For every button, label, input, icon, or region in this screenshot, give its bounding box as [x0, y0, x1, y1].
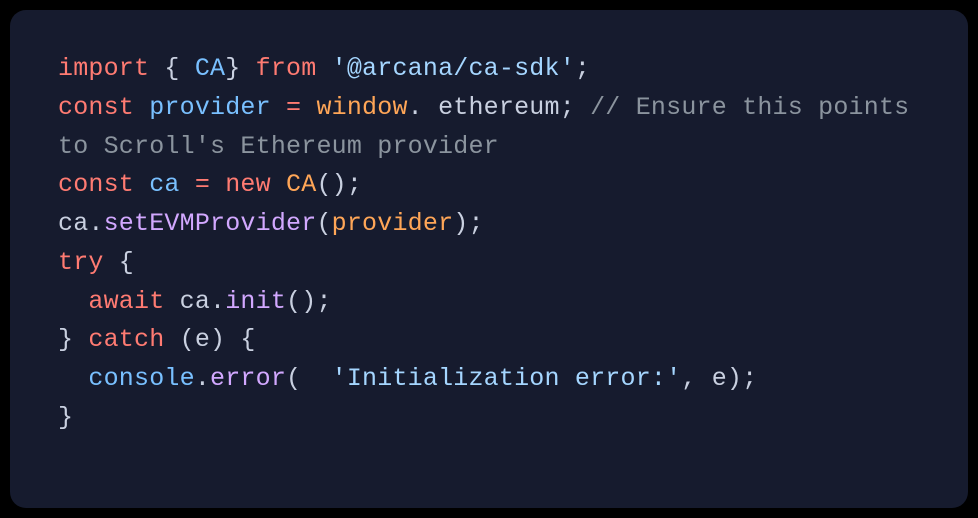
paren-close: );: [453, 209, 483, 238]
string-module: '@arcana/ca-sdk': [332, 54, 575, 83]
brace-close: }: [225, 54, 255, 83]
console-obj: console: [88, 364, 194, 393]
keyword-await: await: [88, 287, 164, 316]
line-2: const provider = window. ethereum; // En…: [58, 93, 925, 161]
brace-close: }: [58, 403, 73, 432]
method-init: init: [225, 287, 286, 316]
comma: ,: [681, 364, 711, 393]
paren-open: (: [164, 325, 194, 354]
ethereum-prop: ethereum: [423, 93, 560, 122]
line-5: try {: [58, 248, 134, 277]
code-block: import { CA} from '@arcana/ca-sdk'; cons…: [10, 10, 968, 508]
brace-close: }: [58, 325, 88, 354]
line-6: await ca.init();: [58, 287, 332, 316]
semicolon: ;: [575, 54, 590, 83]
line-9: }: [58, 403, 73, 432]
space: [316, 54, 331, 83]
var-provider: provider: [134, 93, 286, 122]
brace-open: {: [104, 248, 134, 277]
obj-ca: ca: [58, 209, 88, 238]
paren-open: (: [316, 209, 331, 238]
arg-provider: provider: [332, 209, 454, 238]
dot: .: [210, 287, 225, 316]
window-object: window: [301, 93, 407, 122]
method-error: error: [210, 364, 286, 393]
indent: [58, 287, 88, 316]
obj-ca: ca: [164, 287, 210, 316]
indent: [58, 364, 88, 393]
keyword-from: from: [256, 54, 317, 83]
var-ca: ca: [134, 170, 195, 199]
class-ca-ctor: CA: [271, 170, 317, 199]
equals: =: [195, 170, 210, 199]
keyword-new: new: [210, 170, 271, 199]
brace-open: {: [149, 54, 195, 83]
line-1: import { CA} from '@arcana/ca-sdk';: [58, 54, 590, 83]
paren-open: (: [286, 364, 316, 393]
equals: =: [286, 93, 301, 122]
paren-close-brace: ) {: [210, 325, 256, 354]
keyword-const: const: [58, 170, 134, 199]
line-8: console.error( 'Initialization error:', …: [58, 364, 757, 393]
keyword-const: const: [58, 93, 134, 122]
var-e: e: [712, 364, 727, 393]
dot: .: [408, 93, 423, 122]
paren-close: );: [727, 364, 757, 393]
dot: .: [195, 364, 210, 393]
var-e: e: [195, 325, 210, 354]
method-setevmprovider: setEVMProvider: [104, 209, 317, 238]
semicolon: ;: [560, 93, 590, 122]
parens: ();: [316, 170, 362, 199]
keyword-import: import: [58, 54, 149, 83]
class-ca: CA: [195, 54, 225, 83]
line-7: } catch (e) {: [58, 325, 256, 354]
keyword-catch: catch: [88, 325, 164, 354]
line-4: ca.setEVMProvider(provider);: [58, 209, 484, 238]
line-3: const ca = new CA();: [58, 170, 362, 199]
parens: ();: [286, 287, 332, 316]
dot: .: [88, 209, 103, 238]
keyword-try: try: [58, 248, 104, 277]
string-error-msg: 'Initialization error:': [316, 364, 681, 393]
